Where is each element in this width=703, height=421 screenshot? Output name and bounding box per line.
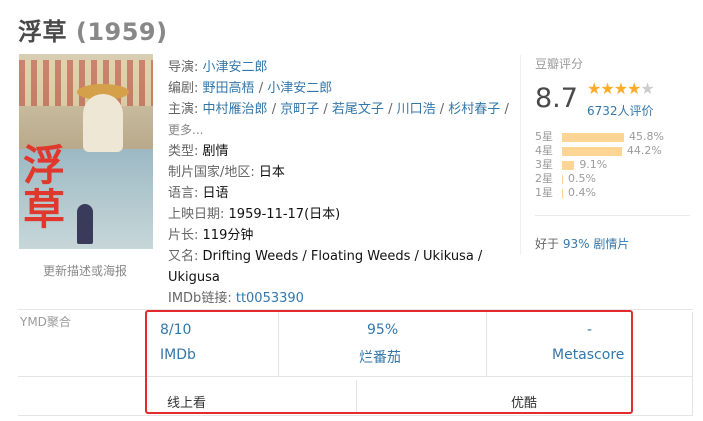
country-label: 制片国家/地区:: [168, 165, 255, 180]
genre-value: 剧情: [202, 144, 229, 159]
info-row-writer: 编剧: 野田高梧 / 小津安二郎: [168, 78, 332, 99]
rating-bar-row: 5星 45.8%: [535, 130, 695, 144]
aggregate-right-edge: [692, 312, 693, 415]
movie-poster[interactable]: 浮草: [19, 54, 153, 249]
more-cast-link[interactable]: 更多...: [168, 123, 203, 137]
poster-banner: [19, 60, 153, 106]
release-label: 上映日期:: [168, 207, 225, 222]
runtime-value: 119分钟: [202, 228, 254, 243]
rating-score: 8.7: [535, 83, 578, 114]
movie-title: 浮草: [18, 18, 67, 46]
poster-title-kanji: 浮草: [23, 141, 66, 234]
runtime-label: 片长:: [168, 228, 199, 243]
star-icon: ★★★★: [587, 79, 641, 98]
info-row-aka-cont: Ukigusa: [168, 267, 220, 288]
update-poster-link[interactable]: 更新描述或海报: [43, 262, 127, 279]
separator: /: [504, 102, 509, 117]
info-row-language: 语言: 日语: [168, 183, 229, 204]
page-title: 浮草 (1959): [18, 12, 168, 47]
poster-figure-small: [77, 204, 93, 244]
rating-bar-row: 1星 0.4%: [535, 186, 695, 200]
better-than-prefix: 好于: [535, 237, 560, 251]
rating-bar-label: 5星: [535, 130, 553, 143]
rating-stars-icon: ★★★★★: [587, 79, 655, 98]
better-than-genre[interactable]: 剧情片: [593, 237, 629, 251]
rating-bar-percent: 9.1%: [579, 158, 608, 171]
info-row-more: 更多...: [168, 120, 203, 141]
rating-bar-percent: 44.2%: [626, 144, 662, 157]
rating-bar: [562, 161, 575, 170]
info-row-aka: 又名: Drifting Weeds / Floating Weeds / Uk…: [168, 246, 482, 267]
douban-rating: 豆瓣评分 8.7 ★★★★★ 6732人评价 5星 45.8% 4星 44.2% 3星 9…: [535, 55, 690, 199]
imdb-link[interactable]: tt0053390: [236, 291, 304, 306]
country-value: 日本: [258, 165, 285, 180]
aka-label: 又名:: [168, 249, 199, 264]
separator: /: [388, 102, 393, 117]
cast-link[interactable]: 中村雁治郎: [203, 102, 268, 117]
language-label: 语言:: [168, 186, 199, 201]
rating-bar-percent: 0.5%: [568, 172, 596, 185]
rating-bar-label: 1星: [535, 186, 553, 199]
writer-label: 编剧:: [168, 81, 199, 96]
rating-bar-percent: 45.8%: [629, 130, 664, 143]
highlight-box: [145, 310, 633, 414]
rating-bar-row: 2星 0.5%: [535, 172, 695, 186]
rating-bar: [562, 133, 624, 142]
rating-bar-row: 4星 44.2%: [535, 144, 695, 158]
rating-separator: [535, 215, 690, 216]
rating-title: 豆瓣评分: [535, 57, 584, 71]
rating-bar-label: 2星: [535, 172, 553, 185]
votes-link[interactable]: 6732人评价: [587, 102, 654, 119]
rating-bar-label: 3星: [535, 158, 553, 171]
writer-link[interactable]: 小津安二郎: [267, 81, 332, 96]
cast-link[interactable]: 川口浩: [397, 102, 436, 117]
release-value: 1959-11-17(日本): [228, 207, 341, 222]
cast-link[interactable]: 京町子: [280, 102, 319, 117]
cast-link[interactable]: 若尾文子: [332, 102, 384, 117]
info-row-runtime: 片长: 119分钟: [168, 225, 253, 246]
rating-bar: [562, 175, 563, 184]
poster-figure: [83, 94, 123, 152]
rating-bar: [562, 189, 563, 198]
separator: /: [439, 102, 445, 117]
rating-bar-row: 3星 9.1%: [535, 158, 695, 172]
rating-bar-percent: 0.4%: [568, 186, 596, 199]
separator: /: [258, 81, 264, 96]
rating-bar-label: 4星: [535, 144, 553, 157]
info-row-country: 制片国家/地区: 日本: [168, 162, 285, 183]
director-link[interactable]: 小津安二郎: [203, 60, 268, 75]
rating-distribution: 5星 45.8% 4星 44.2% 3星 9.1% 2星 0.5% 1星 0.4%: [535, 130, 695, 200]
language-value: 日语: [202, 186, 229, 201]
better-than-percent[interactable]: 93%: [563, 237, 590, 251]
info-row-cast: 主演: 中村雁治郎 / 京町子 / 若尾文子 / 川口浩 / 杉村春子 /: [168, 99, 509, 120]
separator: /: [323, 102, 328, 117]
half-star-icon: ★: [640, 79, 654, 98]
cast-link[interactable]: 杉村春子: [448, 102, 500, 117]
movie-year: (1959): [75, 18, 168, 46]
aggregate-label: YMD聚合: [20, 315, 71, 329]
separator: /: [271, 102, 277, 117]
aka-value-cont: Ukigusa: [168, 270, 220, 285]
better-than: 好于 93% 剧情片: [535, 235, 629, 252]
info-row-imdb: IMDb链接: tt0053390: [168, 288, 304, 309]
info-row-release: 上映日期: 1959-11-17(日本): [168, 204, 340, 225]
info-row-genre: 类型: 剧情: [168, 141, 229, 162]
rating-divider: [520, 55, 521, 255]
aka-value: Drifting Weeds / Floating Weeds / Ukikus…: [202, 249, 483, 264]
imdb-label: IMDb链接:: [168, 291, 232, 306]
director-label: 导演:: [168, 60, 199, 75]
rating-bar: [562, 147, 622, 156]
aggregate-bottom-rule: [18, 415, 693, 416]
genre-label: 类型:: [168, 144, 199, 159]
cast-label: 主演:: [168, 102, 199, 117]
info-row-director: 导演: 小津安二郎: [168, 57, 268, 78]
writer-link[interactable]: 野田高梧: [203, 81, 255, 96]
